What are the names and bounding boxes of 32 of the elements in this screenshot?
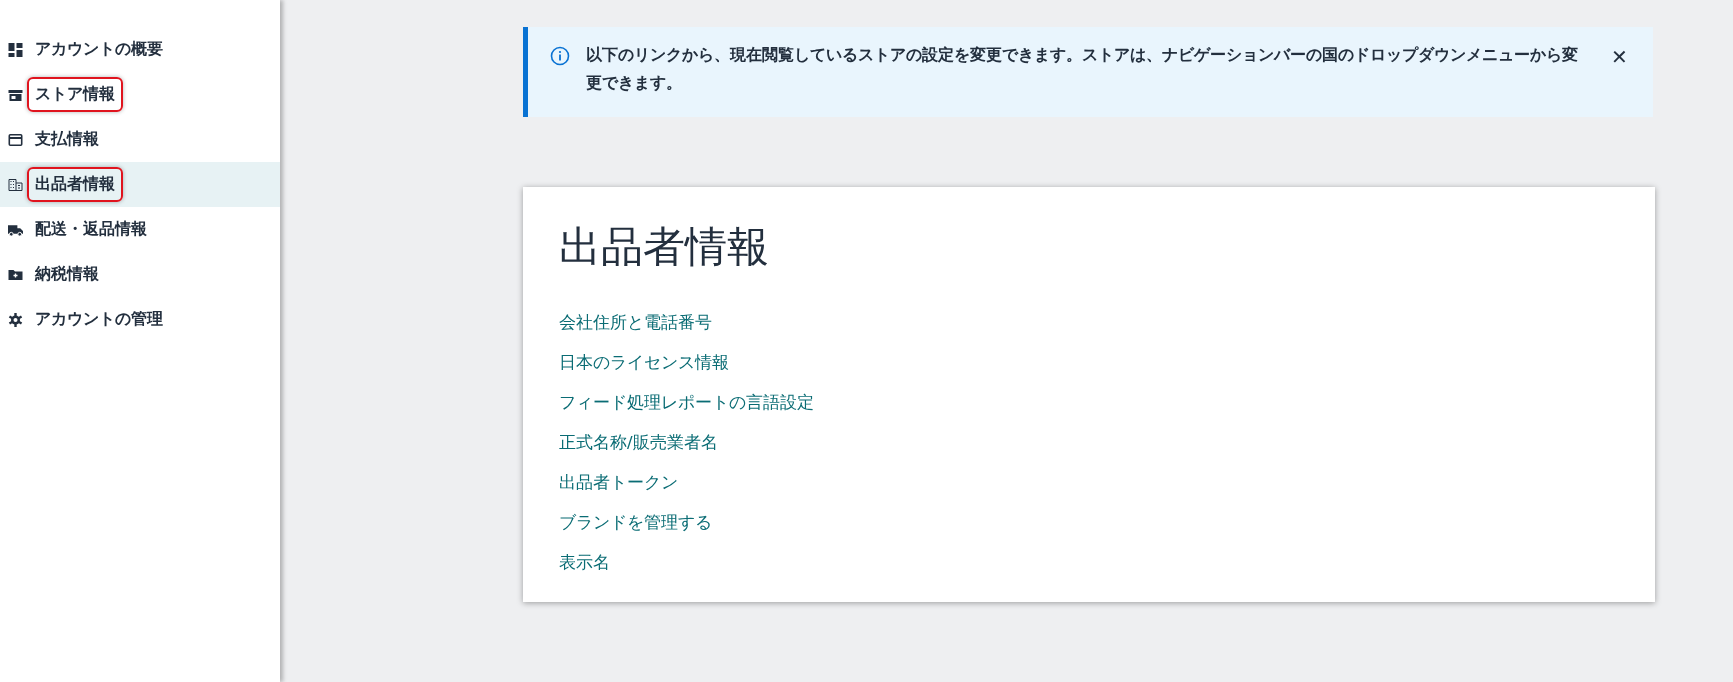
highlighted-label: 納税情報 [33, 263, 100, 285]
sidebar-item[interactable]: ストア情報 [0, 72, 280, 117]
settings-link[interactable]: ブランドを管理する [559, 503, 712, 543]
building-icon [8, 177, 23, 192]
settings-link[interactable]: フィード処理レポートの言語設定 [559, 383, 814, 423]
card-title: 出品者情報 [559, 221, 769, 273]
credit-card-icon [8, 132, 23, 147]
highlighted-label: アカウントの管理 [34, 308, 164, 330]
highlighted-label: ストア情報 [27, 77, 123, 112]
settings-link[interactable]: 正式名称/販売業者名 [559, 423, 718, 463]
info-icon [550, 46, 570, 66]
sidebar-item[interactable]: 配送・返品情報 [0, 207, 280, 252]
highlighted-label: 配送・返品情報 [34, 218, 148, 240]
sidebar-item[interactable]: 支払情報 [0, 117, 280, 162]
sidebar-item[interactable]: 出品者情報 [0, 162, 280, 207]
settings-link[interactable]: 出品者トークン [559, 463, 678, 503]
settings-icon [8, 312, 23, 327]
store-icon [8, 87, 23, 102]
settings-link[interactable]: 表示名 [559, 543, 610, 583]
highlighted-label: 出品者情報 [27, 167, 123, 202]
banner-message: 以下のリンクから、現在閲覧しているストアの設定を変更できます。ストアは、ナビゲーションバーの国のドロップダウンメニューから変更できます。 [586, 44, 1579, 94]
sidebar-item[interactable]: アカウントの概要 [0, 27, 280, 72]
close-button[interactable]: ✕ [1607, 45, 1632, 69]
settings-link[interactable]: 日本のライセンス情報 [559, 343, 729, 383]
dashboard-icon [8, 42, 23, 57]
settings-link[interactable]: 会社住所と電話番号 [559, 303, 712, 343]
highlighted-label: 支払情報 [34, 128, 100, 150]
folder-plus-icon [8, 267, 23, 282]
truck-icon [8, 222, 23, 237]
sidebar-item[interactable]: アカウントの管理 [0, 297, 280, 342]
highlighted-label: アカウントの概要 [34, 38, 164, 60]
sidebar-item[interactable]: 納税情報 [0, 252, 280, 297]
